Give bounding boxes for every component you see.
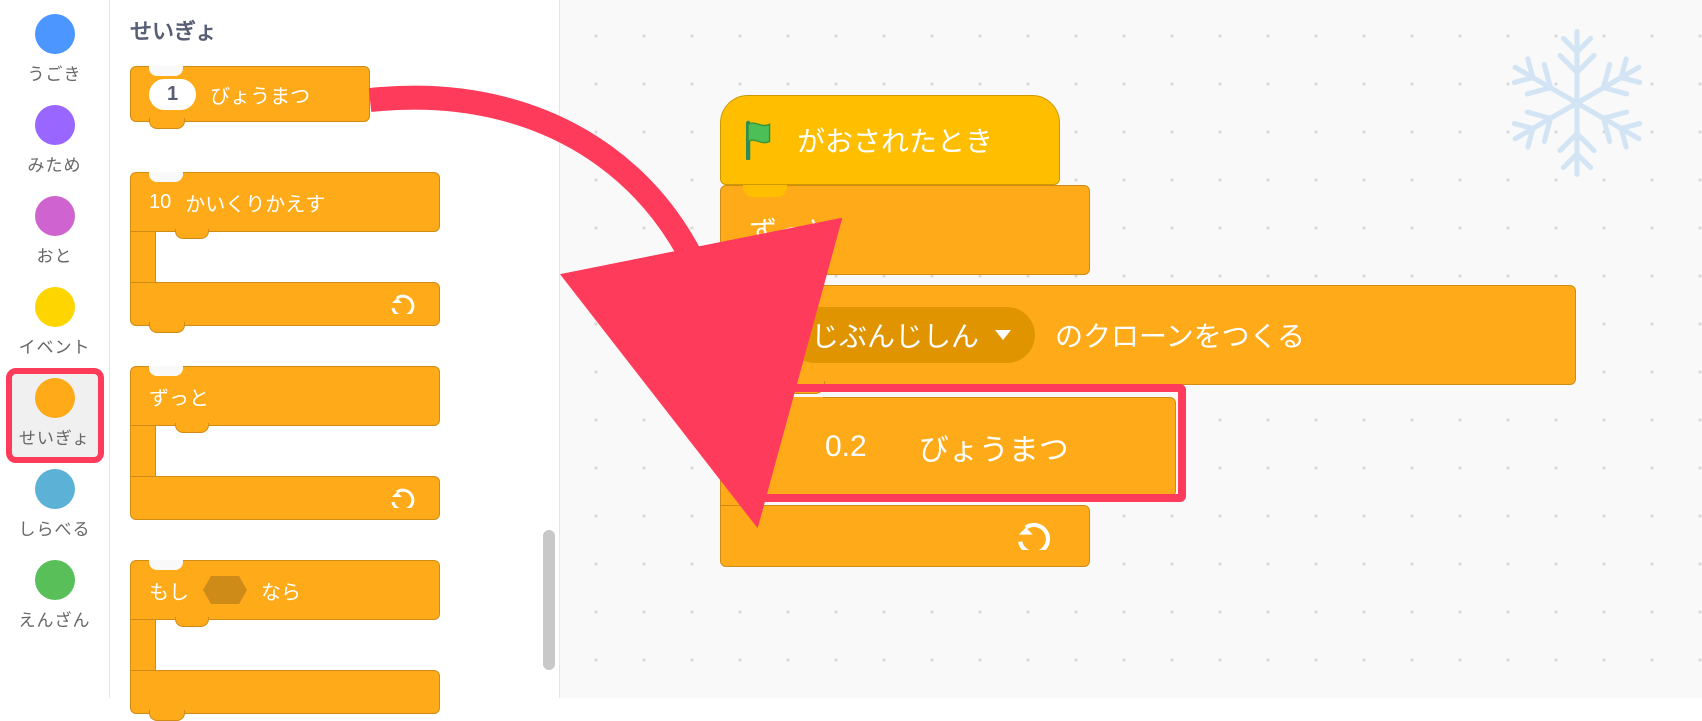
sensing-color-icon <box>35 469 75 509</box>
category-motion[interactable]: うごき <box>10 8 100 95</box>
category-sensing[interactable]: しらべる <box>10 463 100 550</box>
hat-label: がおされたとき <box>797 120 993 160</box>
category-sidebar: うごき みため おと イベント せいぎょ しらべる えんざん <box>0 0 110 698</box>
category-label: せいぎょ <box>19 424 90 449</box>
category-events[interactable]: イベント <box>10 281 100 368</box>
if-condition-slot[interactable] <box>203 576 247 604</box>
snowflake-watermark-icon <box>1492 18 1662 188</box>
loop-arrow-icon <box>391 488 419 508</box>
wait-label: びょうまつ <box>919 425 1069 469</box>
category-looks[interactable]: みため <box>10 99 100 186</box>
repeat-label: かいくりかえす <box>185 188 325 217</box>
script-canvas[interactable]: がおされたとき ずっと じぶんじしん のクローンをつくる <box>560 0 1702 698</box>
loop-arrow-icon <box>1017 522 1057 550</box>
clone-suffix-label: のクローンをつくる <box>1055 315 1305 355</box>
category-label: みため <box>28 151 82 176</box>
category-sound[interactable]: おと <box>10 190 100 277</box>
forever-label: ずっと <box>149 382 209 411</box>
category-operators[interactable]: えんざん <box>10 554 100 641</box>
palette-header: せいぎょ <box>130 14 539 46</box>
forever-label: ずっと <box>749 210 833 250</box>
loop-arrow-icon <box>391 294 419 314</box>
script-block-forever[interactable]: ずっと <box>720 185 1090 275</box>
green-flag-icon <box>743 120 779 160</box>
wait-value-input[interactable]: 1 <box>149 79 196 110</box>
wait-label: びょうまつ <box>210 80 310 109</box>
palette-block-wait[interactable]: 1 びょうまつ <box>130 66 370 122</box>
palette-scrollbar[interactable] <box>543 530 555 670</box>
category-label: おと <box>37 242 73 267</box>
motion-color-icon <box>35 14 75 54</box>
category-label: えんざん <box>19 606 91 631</box>
sound-color-icon <box>35 196 75 236</box>
operators-color-icon <box>35 560 75 600</box>
script-block-when-flag-clicked[interactable]: がおされたとき <box>720 95 1060 185</box>
if-prefix-label: もし <box>149 576 189 605</box>
script-block-forever-bottom[interactable] <box>720 505 1090 567</box>
category-control[interactable]: せいぎょ <box>10 372 100 459</box>
category-label: しらべる <box>19 515 91 540</box>
script-block-create-clone[interactable]: じぶんじしん のクローンをつくる <box>756 285 1576 385</box>
palette-block-if[interactable]: もし なら <box>130 560 440 714</box>
category-label: イベント <box>19 333 91 358</box>
script-block-wait[interactable]: 0.2 びょうまつ <box>756 397 1176 497</box>
block-palette: せいぎょ 1 びょうまつ 10 かいくりかえす ずっと <box>110 0 560 698</box>
events-color-icon <box>35 287 75 327</box>
clone-target-dropdown[interactable]: じぶんじしん <box>787 307 1035 363</box>
repeat-value-input[interactable]: 10 <box>149 191 171 214</box>
category-label: うごき <box>28 60 82 85</box>
looks-color-icon <box>35 105 75 145</box>
dropdown-value: じぶんじしん <box>811 315 979 355</box>
chevron-down-icon <box>995 330 1011 340</box>
palette-block-forever[interactable]: ずっと <box>130 366 440 520</box>
control-color-icon <box>35 378 75 418</box>
if-suffix-label: なら <box>261 576 301 605</box>
wait-value-input[interactable]: 0.2 <box>797 420 895 474</box>
palette-block-repeat[interactable]: 10 かいくりかえす <box>130 172 440 326</box>
